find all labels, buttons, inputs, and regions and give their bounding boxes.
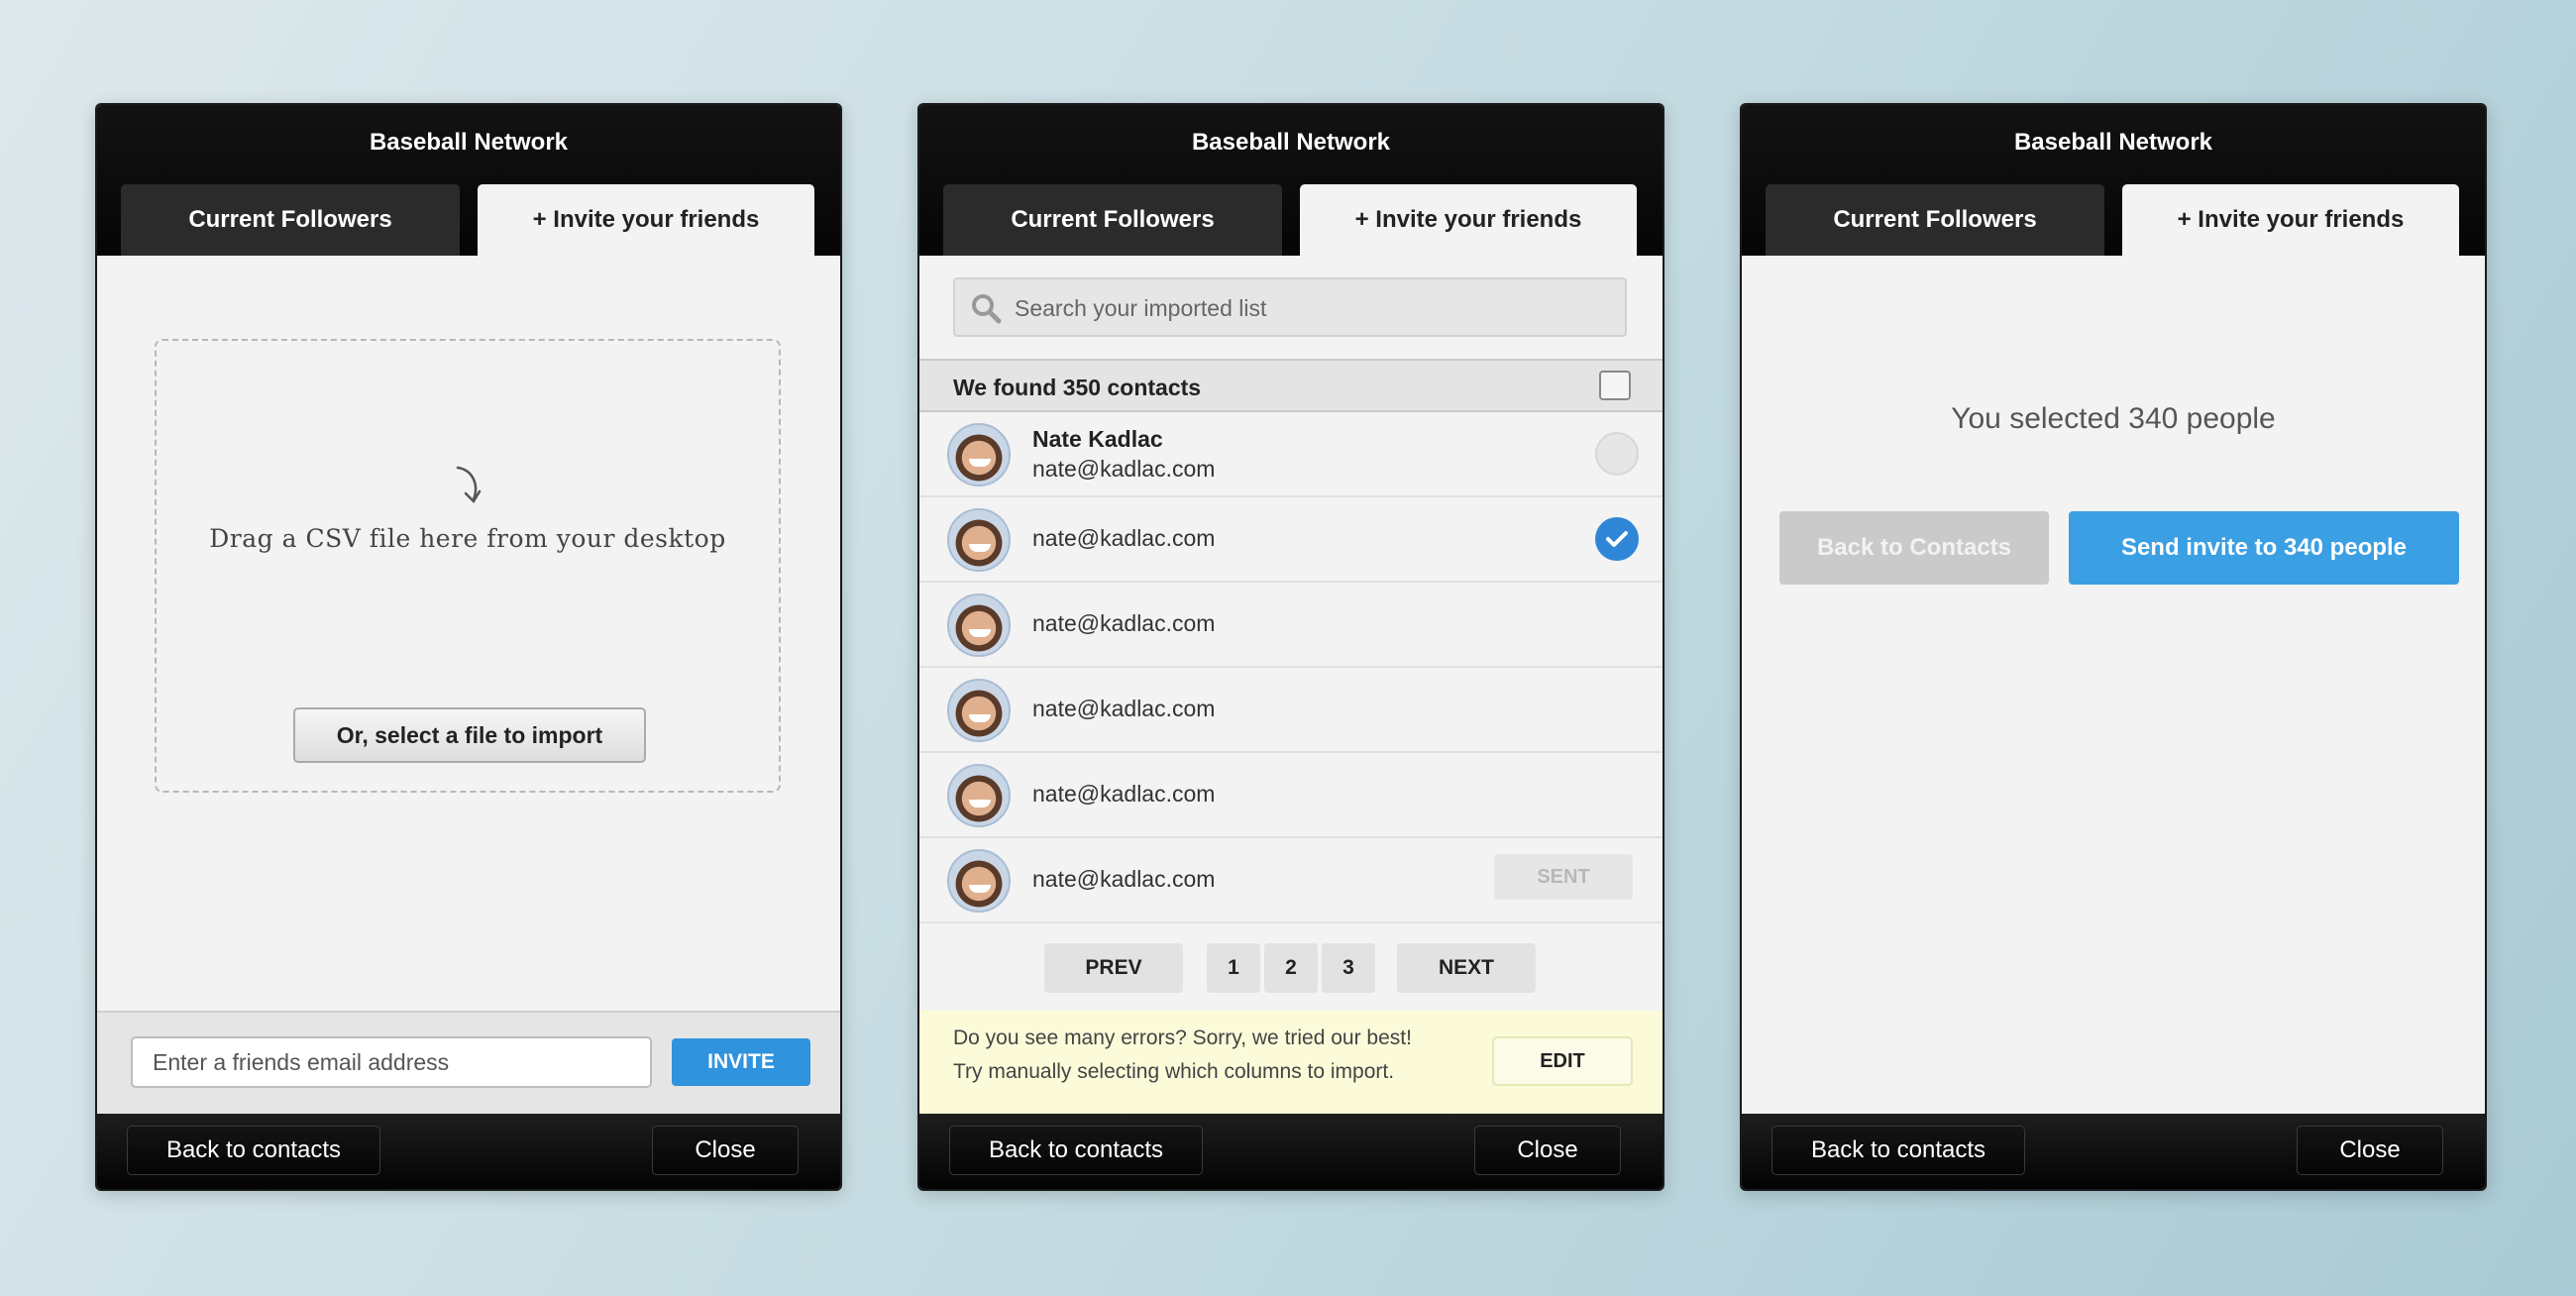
send-invite-button[interactable]: Send invite to 340 people xyxy=(2069,511,2459,585)
avatar xyxy=(947,594,1011,657)
select-file-button[interactable]: Or, select a file to import xyxy=(293,707,646,763)
app-title: Baseball Network xyxy=(2013,129,2213,156)
avatar xyxy=(947,423,1011,486)
search-icon xyxy=(972,294,1002,324)
error-notice: Do you see many errors? Sorry, we tried … xyxy=(919,1011,1663,1114)
checkmark-icon xyxy=(1606,531,1628,547)
contact-email: nate@kadlac.com xyxy=(1032,866,1216,892)
tab-current-followers[interactable]: Current Followers xyxy=(943,184,1282,256)
sent-badge: SENT xyxy=(1494,854,1633,900)
contact-email: nate@kadlac.com xyxy=(1032,696,1216,721)
drop-hint: Drag a CSV file here from your desktop xyxy=(209,524,726,553)
next-page-button[interactable]: NEXT xyxy=(1397,943,1536,993)
found-contacts-bar: We found 350 contacts xyxy=(919,359,1663,412)
page-3-button[interactable]: 3 xyxy=(1322,943,1375,993)
search-input[interactable]: Search your imported list xyxy=(953,277,1627,337)
contact-row[interactable]: nate@kadlac.com xyxy=(919,668,1663,753)
prev-page-button[interactable]: PREV xyxy=(1044,943,1183,993)
contact-row[interactable]: Nate Kadlac nate@kadlac.com xyxy=(919,412,1663,497)
friend-email-input[interactable]: Enter a friends email address xyxy=(131,1036,652,1088)
search-placeholder: Search your imported list xyxy=(1015,295,1267,321)
avatar xyxy=(947,679,1011,742)
page-2-button[interactable]: 2 xyxy=(1264,943,1318,993)
error-message-line-2: Try manually selecting which columns to … xyxy=(953,1060,1395,1083)
panel-footer: Back to contacts Close xyxy=(97,1114,840,1189)
contact-name: Nate Kadlac xyxy=(1032,426,1163,452)
contact-email: nate@kadlac.com xyxy=(1032,456,1216,482)
invite-button[interactable]: INVITE xyxy=(672,1038,810,1086)
back-to-contacts-button[interactable]: Back to contacts xyxy=(949,1126,1203,1175)
contacts-panel: Baseball Network Current Followers + Inv… xyxy=(917,103,1664,1191)
app-title: Baseball Network xyxy=(369,129,569,156)
back-to-contacts-button[interactable]: Back to contacts xyxy=(127,1126,380,1175)
contact-row[interactable]: nate@kadlac.com xyxy=(919,583,1663,668)
back-to-contacts-button[interactable]: Back to Contacts xyxy=(1779,511,2049,585)
import-panel: Baseball Network Current Followers + Inv… xyxy=(95,103,842,1191)
tab-current-followers[interactable]: Current Followers xyxy=(121,184,460,256)
tab-invite-friends[interactable]: + Invite your friends xyxy=(2122,184,2459,256)
close-button[interactable]: Close xyxy=(2297,1126,2443,1175)
csv-dropzone[interactable]: Drag a CSV file here from your desktop O… xyxy=(155,339,781,793)
app-title: Baseball Network xyxy=(1191,129,1391,156)
found-count: We found 350 contacts xyxy=(953,375,1202,400)
panel-footer: Back to contacts Close xyxy=(919,1114,1663,1189)
contact-email: nate@kadlac.com xyxy=(1032,610,1216,636)
contact-row[interactable]: nate@kadlac.com SENT xyxy=(919,838,1663,923)
confirm-panel: Baseball Network Current Followers + Inv… xyxy=(1740,103,2487,1191)
tab-invite-friends[interactable]: + Invite your friends xyxy=(1300,184,1637,256)
panel-footer: Back to contacts Close xyxy=(1742,1114,2485,1189)
tab-invite-friends[interactable]: + Invite your friends xyxy=(478,184,814,256)
close-button[interactable]: Close xyxy=(652,1126,799,1175)
select-all-checkbox[interactable] xyxy=(1599,371,1631,400)
tab-current-followers[interactable]: Current Followers xyxy=(1766,184,2104,256)
panel-header: Baseball Network Current Followers + Inv… xyxy=(97,105,840,256)
back-to-contacts-button[interactable]: Back to contacts xyxy=(1771,1126,2025,1175)
close-button[interactable]: Close xyxy=(1474,1126,1621,1175)
page-1-button[interactable]: 1 xyxy=(1207,943,1260,993)
panel-header: Baseball Network Current Followers + Inv… xyxy=(919,105,1663,256)
avatar xyxy=(947,849,1011,913)
avatar xyxy=(947,508,1011,572)
panel-header: Baseball Network Current Followers + Inv… xyxy=(1742,105,2485,256)
edit-columns-button[interactable]: EDIT xyxy=(1492,1036,1633,1086)
selected-count: You selected 340 people xyxy=(1951,402,2276,435)
select-contact-toggle[interactable] xyxy=(1595,517,1639,561)
contact-row[interactable]: nate@kadlac.com xyxy=(919,753,1663,838)
error-message-line-1: Do you see many errors? Sorry, we tried … xyxy=(953,1026,1412,1049)
select-contact-toggle[interactable] xyxy=(1595,432,1639,476)
contact-email: nate@kadlac.com xyxy=(1032,525,1216,551)
invite-bar: Enter a friends email address INVITE xyxy=(97,1011,840,1116)
avatar xyxy=(947,764,1011,827)
contact-row[interactable]: nate@kadlac.com xyxy=(919,497,1663,583)
contact-email: nate@kadlac.com xyxy=(1032,781,1216,807)
curved-arrow-icon xyxy=(456,466,482,504)
